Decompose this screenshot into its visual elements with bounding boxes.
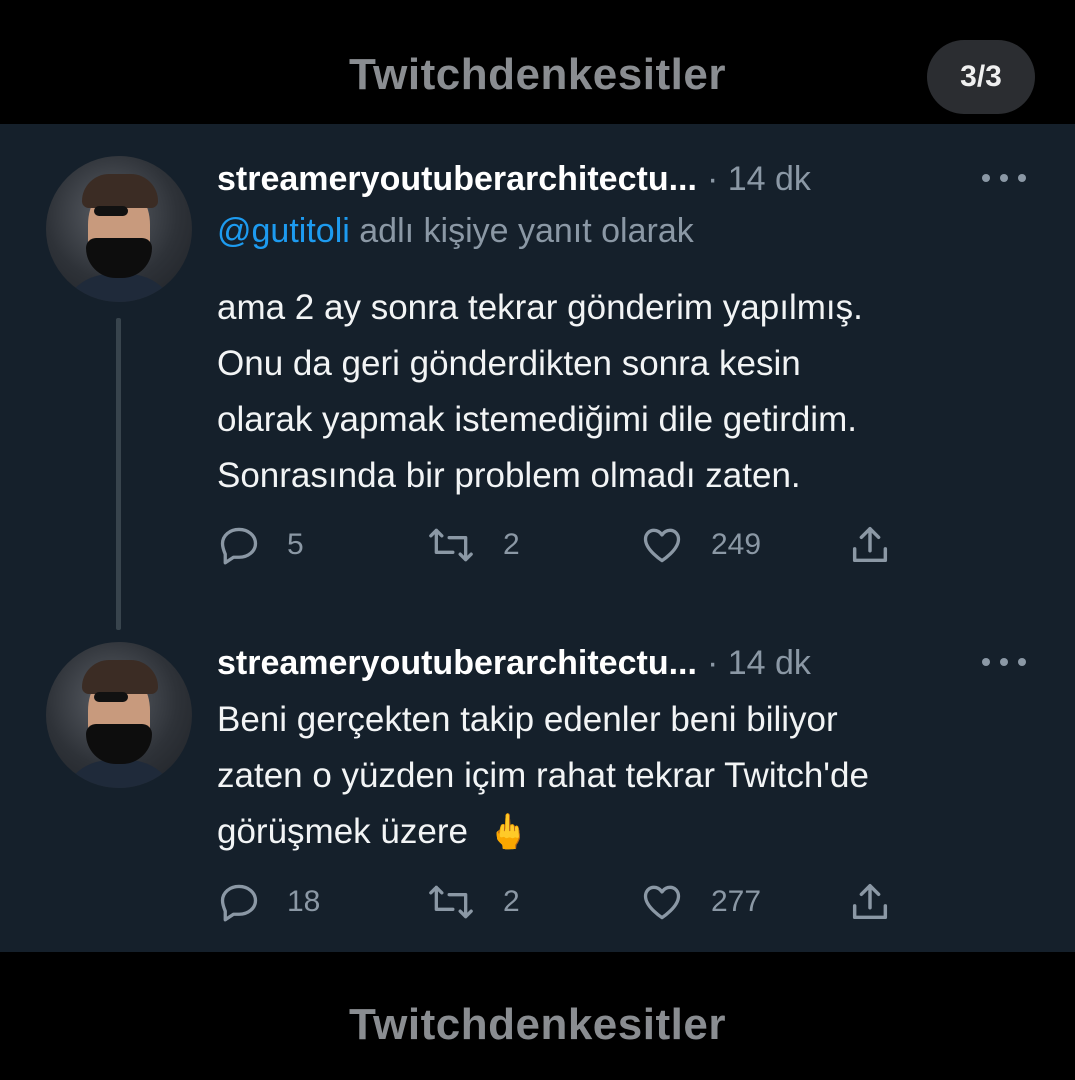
retweet-count: 2 [503, 528, 520, 561]
like-button[interactable]: 249 [639, 520, 761, 570]
like-icon [643, 885, 681, 920]
watermark-top: Twitchdenkesitler [349, 50, 726, 99]
author-name[interactable]: streameryoutuberarchitectu... [217, 644, 697, 683]
tweet-text: Beni gerçekten takip edenler beni biliyo… [217, 692, 1037, 860]
retweet-button[interactable]: 2 [425, 520, 520, 570]
emoji: 🖕 [487, 813, 530, 851]
tweet-actions: 5 2 249 [217, 520, 917, 570]
tweet-line: ama 2 ay sonra tekrar gönderim yapılmış. [217, 288, 863, 327]
more-icon[interactable] [982, 168, 1026, 188]
avatar-body [60, 760, 178, 788]
reply-icon [220, 884, 258, 922]
avatar-hair [82, 660, 158, 694]
avatar-brow [94, 206, 128, 216]
tweet-time[interactable]: · 14 dk [707, 160, 811, 199]
tweet-line: Onu da geri gönderdikten sonra kesin [217, 344, 801, 383]
tweet-time[interactable]: · 14 dk [707, 644, 811, 683]
avatar[interactable] [46, 642, 192, 788]
retweet-icon [429, 528, 473, 562]
author-name[interactable]: streameryoutuberarchitectu... [217, 160, 697, 199]
tweet-text: ama 2 ay sonra tekrar gönderim yapılmış.… [217, 280, 1037, 504]
tweet-line: Sonrasında bir problem olmadı zaten. [217, 456, 801, 495]
tweet-line: zaten o yüzden içim rahat tekrar Twitch'… [217, 756, 869, 795]
retweet-icon [429, 885, 473, 919]
tweet-line-with-emoji: görüşmek üzere 🖕 [217, 804, 1037, 860]
avatar-beard [86, 238, 152, 278]
share-icon [852, 526, 888, 563]
like-count: 249 [711, 528, 762, 561]
reply-count: 5 [287, 528, 304, 561]
thread-connector-line [116, 318, 121, 630]
share-button[interactable] [847, 520, 893, 570]
tweet-line: olarak yapmak istemediğimi dile getirdim… [217, 400, 857, 439]
avatar-beard [86, 724, 152, 764]
reply-handle-link[interactable]: @gutitoli [217, 212, 350, 250]
reply-context: @gutitoli adlı kişiye yanıt olarak [217, 212, 694, 251]
like-icon [643, 528, 681, 563]
tweet-header: streameryoutuberarchitectu... · 14 dk [217, 639, 811, 687]
retweet-button[interactable]: 2 [425, 877, 520, 927]
reply-button[interactable]: 5 [217, 520, 304, 570]
avatar-hair [82, 174, 158, 208]
reply-context-text: adlı kişiye yanıt olarak [359, 212, 694, 250]
retweet-count: 2 [503, 885, 520, 918]
reply-count: 18 [287, 885, 321, 918]
avatar-brow [94, 692, 128, 702]
reply-icon [220, 527, 258, 565]
like-button[interactable]: 277 [639, 877, 761, 927]
reply-button[interactable]: 18 [217, 877, 320, 927]
tweet-line: görüşmek üzere [217, 812, 468, 851]
watermark-bottom: Twitchdenkesitler [349, 1000, 726, 1049]
like-count: 277 [711, 885, 762, 918]
share-button[interactable] [847, 877, 893, 927]
more-icon[interactable] [982, 652, 1026, 672]
avatar-body [60, 274, 178, 302]
avatar[interactable] [46, 156, 192, 302]
share-icon [852, 883, 888, 920]
tweet-actions: 18 2 277 [217, 877, 917, 927]
page-indicator: 3/3 [927, 40, 1035, 114]
tweet-header: streameryoutuberarchitectu... · 14 dk [217, 155, 811, 203]
tweet-line: Beni gerçekten takip edenler beni biliyo… [217, 700, 838, 739]
